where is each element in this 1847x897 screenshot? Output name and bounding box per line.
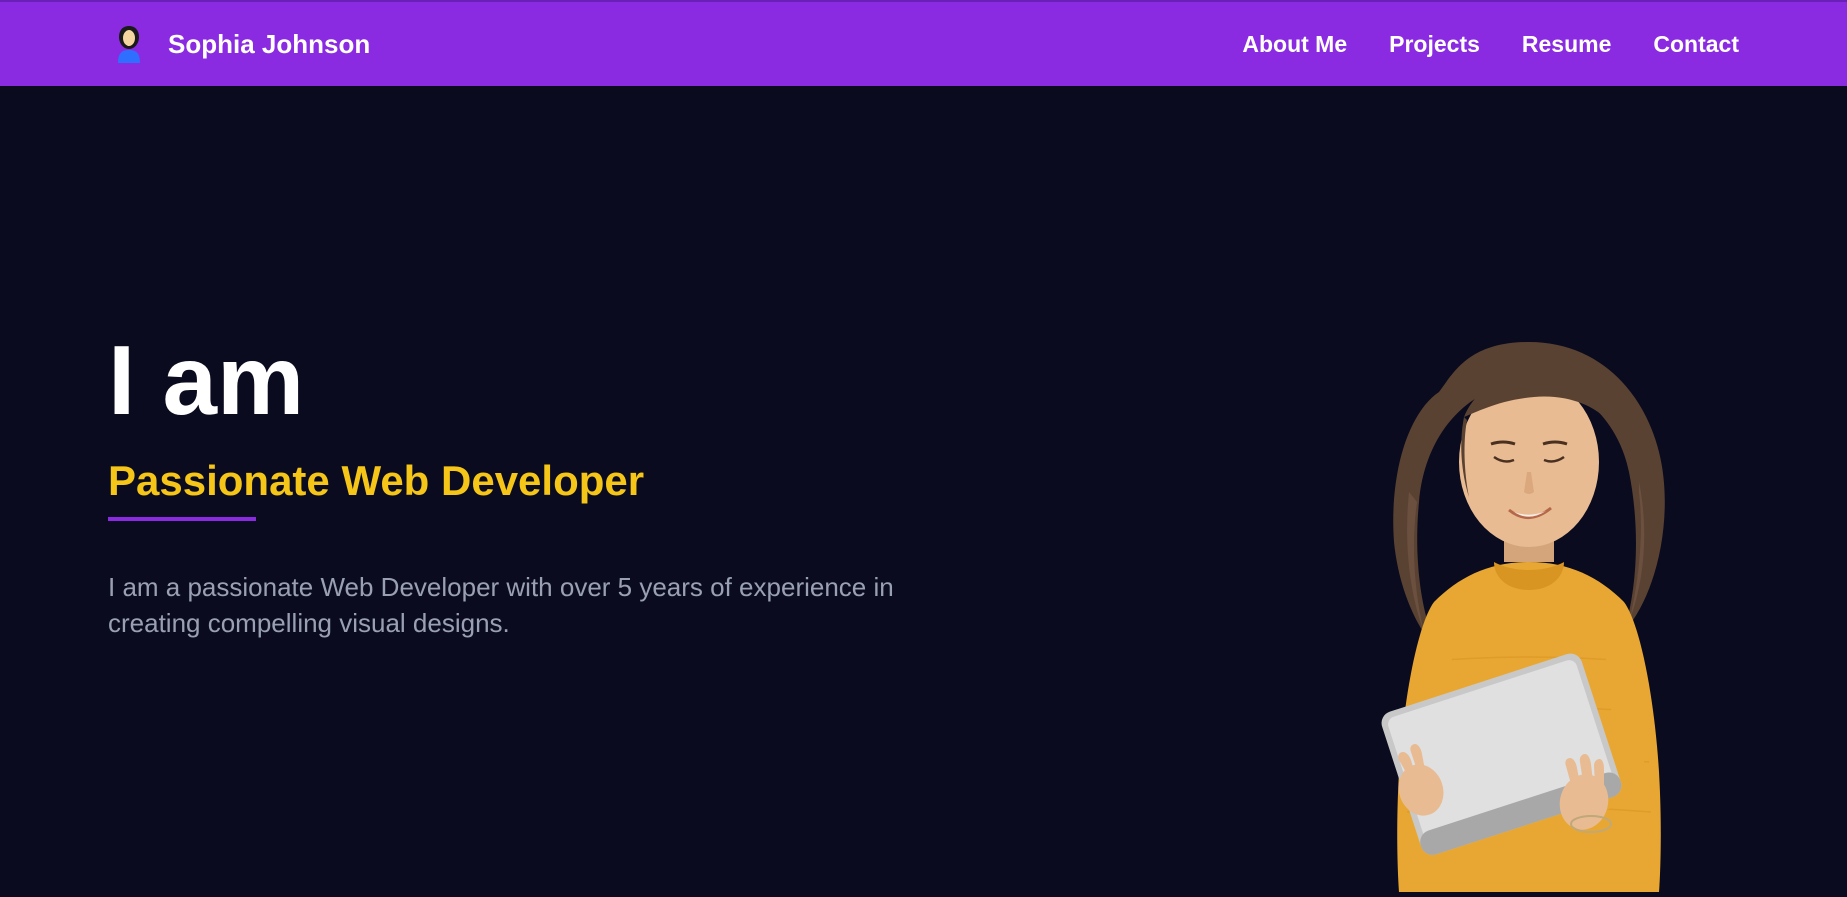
hero-text: I am Passionate Web Developer I am a pas… bbox=[108, 86, 1008, 892]
hero-description: I am a passionate Web Developer with ove… bbox=[108, 569, 988, 642]
header: Sophia Johnson About Me Projects Resume … bbox=[0, 0, 1847, 86]
hero-image bbox=[1319, 312, 1739, 892]
nav-about-me[interactable]: About Me bbox=[1242, 31, 1347, 58]
brand[interactable]: Sophia Johnson bbox=[108, 23, 370, 65]
person-illustration-icon bbox=[1319, 312, 1739, 892]
main-nav: About Me Projects Resume Contact bbox=[1242, 31, 1739, 58]
nav-contact[interactable]: Contact bbox=[1653, 31, 1739, 58]
heading-underline bbox=[108, 517, 256, 521]
nav-resume[interactable]: Resume bbox=[1522, 31, 1611, 58]
avatar-icon bbox=[108, 23, 150, 65]
hero-heading: I am bbox=[108, 331, 1008, 429]
hero-subheading: Passionate Web Developer bbox=[108, 457, 1008, 505]
brand-name: Sophia Johnson bbox=[168, 29, 370, 60]
hero-section: I am Passionate Web Developer I am a pas… bbox=[0, 86, 1847, 892]
nav-projects[interactable]: Projects bbox=[1389, 31, 1480, 58]
